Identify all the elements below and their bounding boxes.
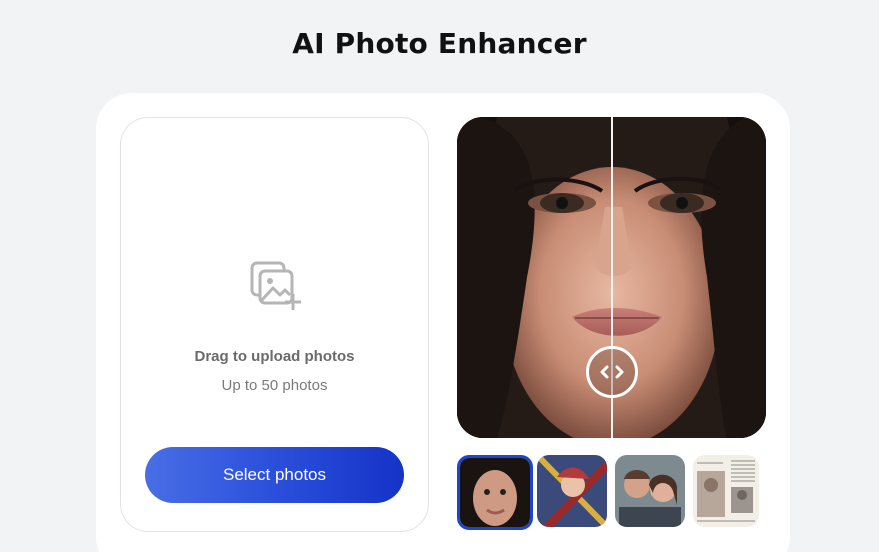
comparison-slider-handle[interactable] xyxy=(586,346,638,398)
chevron-left-right-icon xyxy=(600,365,624,379)
thumbnail-portrait-woman[interactable] xyxy=(457,455,533,530)
upload-dropzone[interactable]: Drag to upload photos Up to 50 photos Se… xyxy=(120,117,429,532)
thumbnail-old-newspaper[interactable] xyxy=(693,455,759,527)
before-after-preview[interactable] xyxy=(457,117,766,438)
image-add-icon xyxy=(249,260,303,314)
page-title: AI Photo Enhancer xyxy=(292,27,587,60)
upload-subtitle: Up to 50 photos xyxy=(221,377,328,394)
thumbnail-couple-selfie[interactable] xyxy=(615,455,685,527)
sample-thumbnails xyxy=(457,455,777,530)
upload-title: Drag to upload photos xyxy=(194,348,355,365)
thumbnail-anime-art[interactable] xyxy=(537,455,607,527)
select-photos-button[interactable]: Select photos xyxy=(145,447,404,503)
